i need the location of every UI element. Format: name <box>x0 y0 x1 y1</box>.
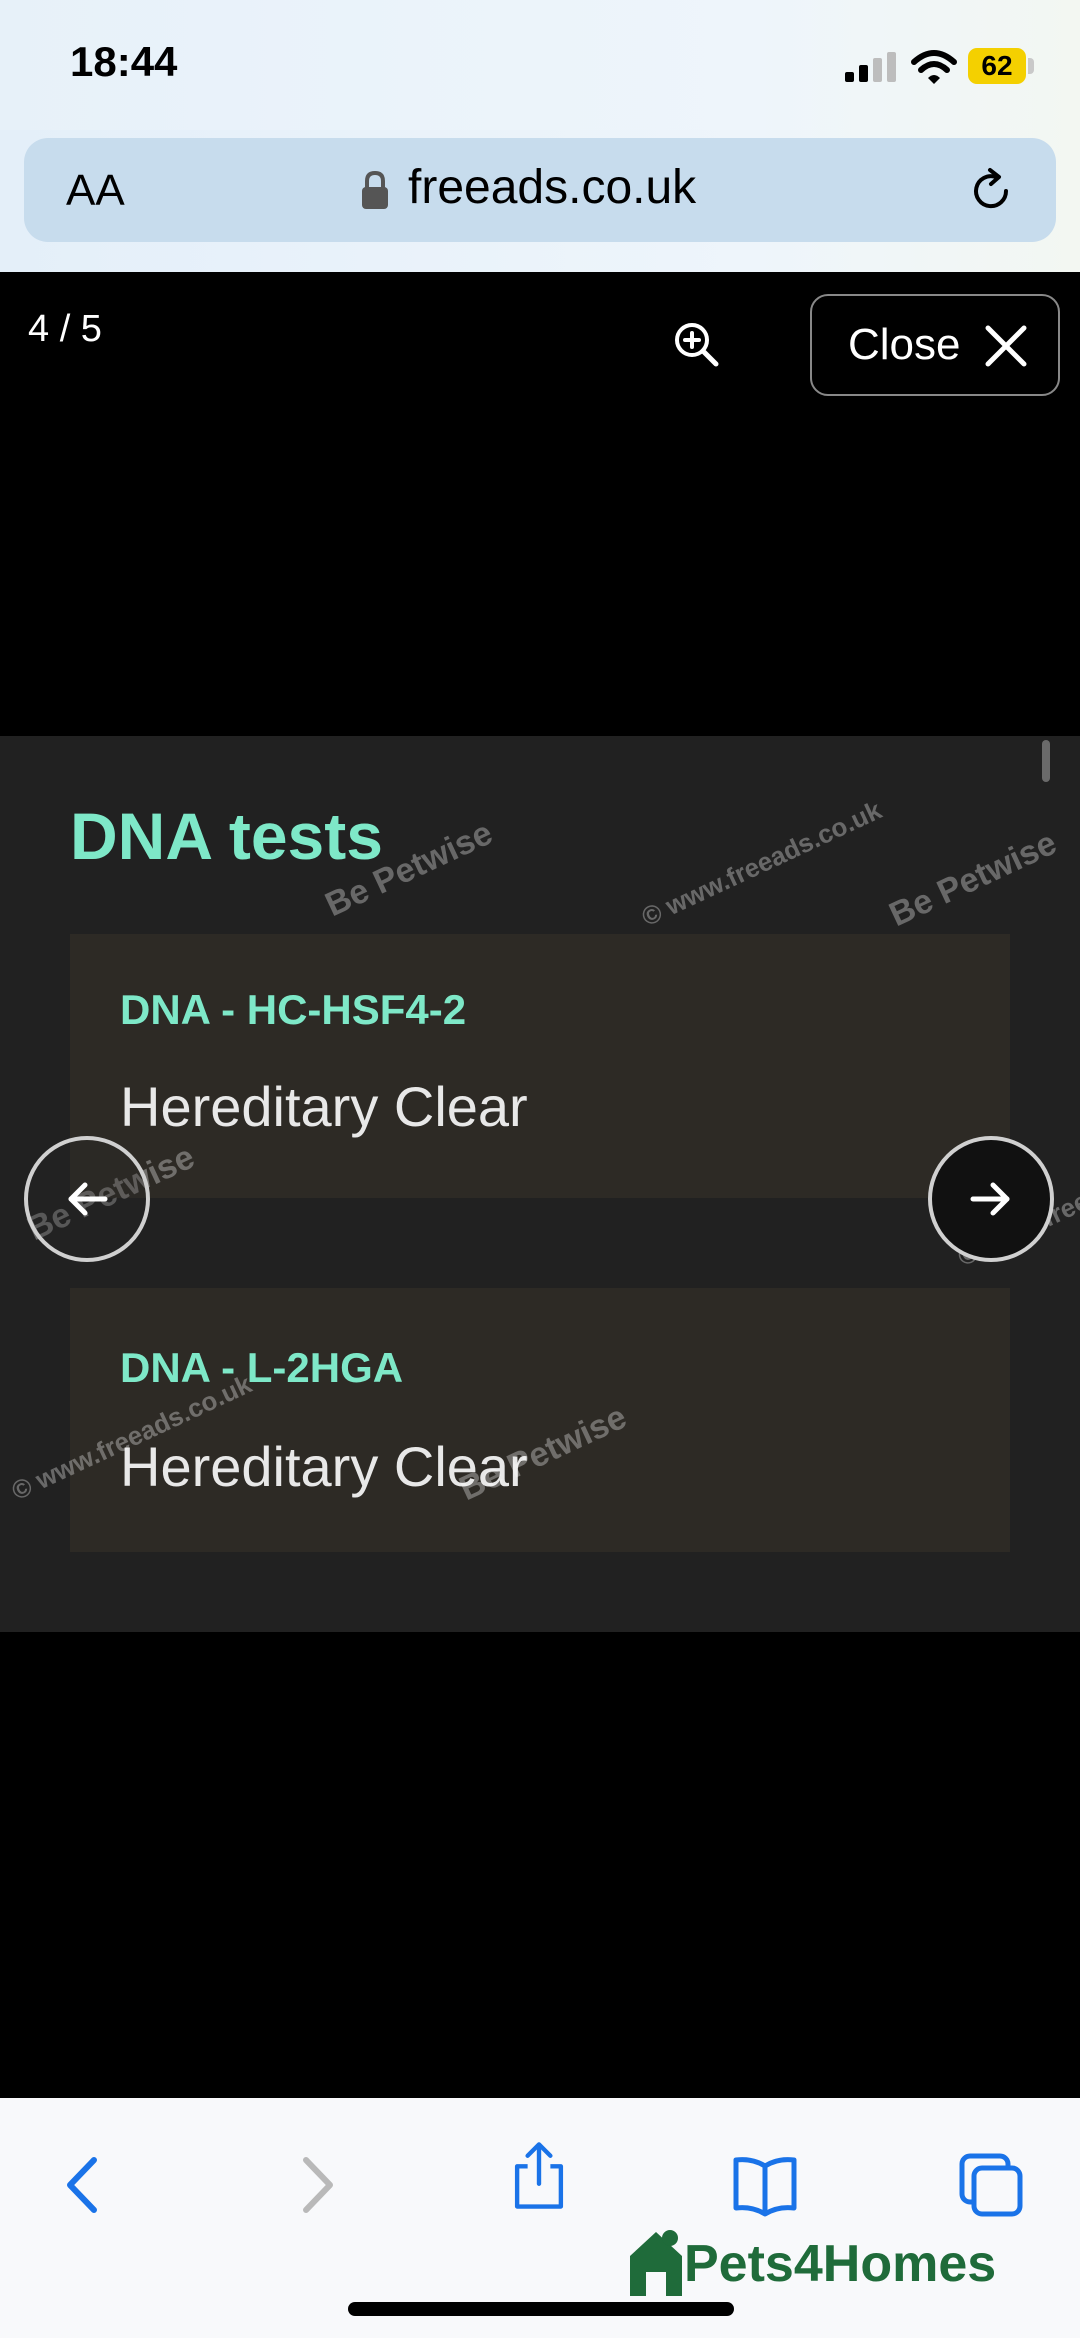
lock-icon <box>362 170 388 209</box>
arrow-left-icon <box>68 1182 108 1216</box>
browser-toolbar: Pets4Homes <box>0 2098 1080 2338</box>
pets4homes-text: Pets4Homes <box>684 2235 997 2293</box>
gallery-image: DNA tests DNA - HC-HSF4-2 Hereditary Cle… <box>0 736 1080 1632</box>
status-time: 18:44 <box>70 38 178 85</box>
arrow-right-icon <box>970 1182 1010 1216</box>
next-image-button[interactable] <box>928 1136 1054 1262</box>
reload-icon[interactable] <box>966 166 1016 216</box>
image-scrollbar <box>1042 740 1050 782</box>
watermark-site: © www.freeads.co.uk <box>636 794 887 933</box>
wifi-icon <box>911 50 957 84</box>
address-bar[interactable]: AA freeads.co.uk <box>24 138 1056 242</box>
forward-icon[interactable] <box>280 2150 350 2220</box>
close-icon <box>985 325 1027 367</box>
share-icon[interactable] <box>504 2140 574 2210</box>
dna-test-name: DNA - L-2HGA <box>120 1344 404 1391</box>
status-bar: 18:44 62 <box>0 0 1080 130</box>
battery-level: 62 <box>968 48 1026 84</box>
zoom-in-icon[interactable] <box>672 320 720 368</box>
address-area: AA freeads.co.uk <box>0 130 1080 272</box>
previous-image-button[interactable] <box>24 1136 150 1262</box>
signal-icon <box>845 52 896 82</box>
home-indicator <box>348 2302 734 2316</box>
bookmarks-icon[interactable] <box>730 2150 800 2220</box>
dna-test-result: Hereditary Clear <box>120 1075 528 1138</box>
dna-test-name: DNA - HC-HSF4-2 <box>120 986 467 1033</box>
tabs-icon[interactable] <box>956 2150 1026 2220</box>
pets4homes-logo: Pets4Homes <box>626 2226 1026 2306</box>
watermark-brand: Be Petwise <box>883 823 1063 935</box>
battery-icon: 62 <box>968 48 1036 84</box>
pets4homes-house-icon <box>630 2230 682 2296</box>
text-size-button[interactable]: AA <box>66 166 125 216</box>
close-button[interactable]: Close <box>810 294 1060 396</box>
dna-test-card: DNA - HC-HSF4-2 Hereditary Clear <box>70 934 1010 1198</box>
image-counter: 4 / 5 <box>28 308 102 350</box>
dna-test-card: DNA - L-2HGA Hereditary Clear <box>70 1288 1010 1552</box>
image-viewer: 4 / 5 Close DNA tests DNA - HC-HSF4-2 He… <box>0 272 1080 2098</box>
battery-tip <box>1028 58 1034 74</box>
close-label: Close <box>848 320 961 369</box>
back-icon[interactable] <box>50 2150 120 2220</box>
url-text[interactable]: freeads.co.uk <box>408 160 696 215</box>
image-title: DNA tests <box>70 799 383 873</box>
